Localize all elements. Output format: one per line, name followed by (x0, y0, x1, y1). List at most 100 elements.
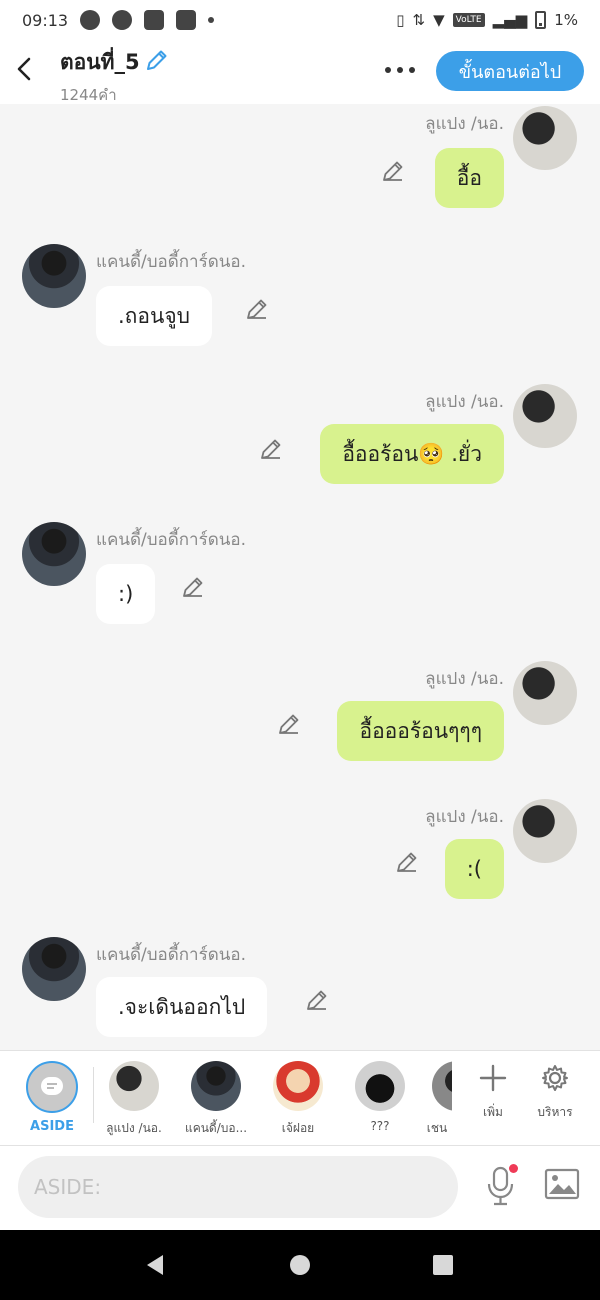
avatar (273, 1061, 323, 1111)
pencil-icon (307, 990, 327, 1010)
sender-name: ลูแปง /นอ. (425, 807, 504, 827)
battery-icon (535, 11, 547, 29)
notification-dot-icon (208, 17, 215, 23)
square-recents-icon (433, 1255, 453, 1275)
pencil-icon (261, 439, 281, 459)
plus-icon (479, 1064, 507, 1092)
settings-icon (80, 10, 101, 30)
data-arrows-icon: ⇅ (412, 11, 426, 29)
pencil-icon (279, 714, 299, 734)
more-dots-icon (385, 67, 415, 73)
triangle-back-icon (147, 1255, 163, 1275)
sender-name: แคนดี้/บอดี้การ์ดนอ. (96, 252, 247, 272)
character-bar: ASIDE ลูแปง /นอ. แคนดี้/บอ... เจ้ฝอย ???… (0, 1050, 600, 1146)
message-bubble[interactable]: :) (96, 564, 156, 624)
wifi-icon: ▼ (433, 11, 445, 29)
avatar[interactable] (513, 384, 577, 448)
nav-home-button[interactable] (285, 1250, 315, 1280)
image-icon (544, 1168, 580, 1200)
status-time: 09:13 (22, 10, 69, 30)
avatar[interactable] (513, 106, 577, 170)
character-label: ลูแปง /นอ. (106, 1121, 162, 1135)
composer (0, 1146, 600, 1230)
character-label: เชน (426, 1121, 448, 1135)
avatar[interactable] (513, 799, 577, 863)
edit-message-button[interactable] (180, 574, 206, 600)
message-input[interactable] (18, 1156, 458, 1218)
character-item[interactable]: ลูแปง /นอ. (96, 1061, 172, 1138)
sender-name: แคนดี้/บอดี้การ์ดนอ. (96, 945, 247, 965)
pencil-icon (397, 852, 417, 872)
character-item[interactable]: เจ้ฝอย (260, 1061, 336, 1138)
chapter-header: ตอนที่_5 1244คำ ขั้นตอนต่อไป (0, 40, 600, 104)
edit-message-button[interactable] (244, 296, 270, 322)
pencil-icon (383, 161, 403, 181)
character-label: แคนดี้/บอ... (184, 1121, 248, 1135)
avatar[interactable] (22, 244, 86, 308)
avatar (109, 1061, 159, 1111)
voice-button[interactable] (484, 1164, 524, 1208)
more-options-button[interactable] (382, 56, 418, 84)
chapter-title: ตอนที่_5 (60, 50, 140, 74)
character-item[interactable]: เชน (422, 1061, 452, 1138)
chevron-left-icon (17, 57, 31, 81)
aside-avatar (26, 1061, 78, 1113)
manage-label: บริหาร (537, 1105, 573, 1119)
image-button[interactable] (544, 1168, 584, 1204)
character-item[interactable]: แคนดี้/บอ... (178, 1061, 254, 1138)
vibrate-icon: ▯ (396, 11, 405, 29)
edit-message-button[interactable] (258, 436, 284, 462)
sender-name: ลูแปง /นอ. (425, 669, 504, 689)
sender-name: ลูแปง /นอ. (425, 114, 504, 134)
edit-message-button[interactable] (380, 158, 406, 184)
pencil-icon (146, 50, 167, 70)
pencil-icon (247, 299, 267, 319)
edit-title-button[interactable] (144, 47, 170, 78)
messenger-icon (112, 10, 133, 30)
add-character-button[interactable]: เพิ่ม (468, 1063, 518, 1122)
character-item[interactable]: ??? (342, 1061, 418, 1133)
avatar[interactable] (22, 937, 86, 1001)
instagram-icon (144, 10, 165, 30)
notification-dot (509, 1164, 518, 1173)
message-bubble[interactable]: อื้อ (434, 148, 504, 208)
aside-tab[interactable]: ASIDE (26, 1061, 78, 1134)
sender-name: แคนดี้/บอดี้การ์ดนอ. (96, 530, 247, 550)
title-area: ตอนที่_5 1244คำ (60, 46, 170, 107)
avatar (355, 1061, 405, 1111)
message-bubble[interactable]: :( (444, 839, 504, 899)
divider (93, 1067, 94, 1123)
system-nav-bar (0, 1230, 600, 1300)
avatar (432, 1061, 452, 1111)
pencil-icon (183, 577, 203, 597)
message-icon (41, 1077, 63, 1095)
avatar (191, 1061, 241, 1111)
status-bar: 09:13 ▯ ⇅ ▼ VoLTE ▂▄▆ 1% (0, 0, 600, 40)
next-step-button[interactable]: ขั้นตอนต่อไป (436, 51, 584, 91)
chat-area[interactable]: ลูแปง /นอ. อื้อ แคนดี้/บอดี้การ์ดนอ. .ถอ… (0, 104, 600, 1050)
edit-message-button[interactable] (276, 711, 302, 737)
avatar[interactable] (22, 522, 86, 586)
message-bubble[interactable]: อื้อออร้อนๆๆๆ (337, 701, 504, 761)
character-label: เจ้ฝอย (281, 1121, 315, 1135)
avatar[interactable] (513, 661, 577, 725)
battery-level: 1% (554, 11, 578, 29)
edit-message-button[interactable] (304, 987, 330, 1013)
back-button[interactable] (12, 54, 36, 84)
message-bubble[interactable]: .จะเดินออกไป (96, 977, 268, 1037)
nav-recents-button[interactable] (428, 1250, 458, 1280)
sender-name: ลูแปง /นอ. (425, 392, 504, 412)
message-bubble[interactable]: .ถอนจูบ (96, 286, 212, 346)
edit-message-button[interactable] (394, 849, 420, 875)
message-bubble[interactable]: อื้ออร้อน🥺 .ยั่ว (320, 424, 504, 484)
signal-icon: ▂▄▆ (492, 11, 528, 29)
circle-home-icon (290, 1255, 310, 1275)
youtube-icon (176, 10, 197, 30)
add-label: เพิ่ม (483, 1105, 503, 1119)
character-label: ??? (370, 1119, 390, 1133)
volte-badge: VoLTE (452, 13, 485, 27)
gear-icon (542, 1065, 568, 1091)
nav-back-button[interactable] (140, 1250, 170, 1280)
manage-characters-button[interactable]: บริหาร (530, 1063, 580, 1122)
aside-label: ASIDE (30, 1119, 74, 1134)
